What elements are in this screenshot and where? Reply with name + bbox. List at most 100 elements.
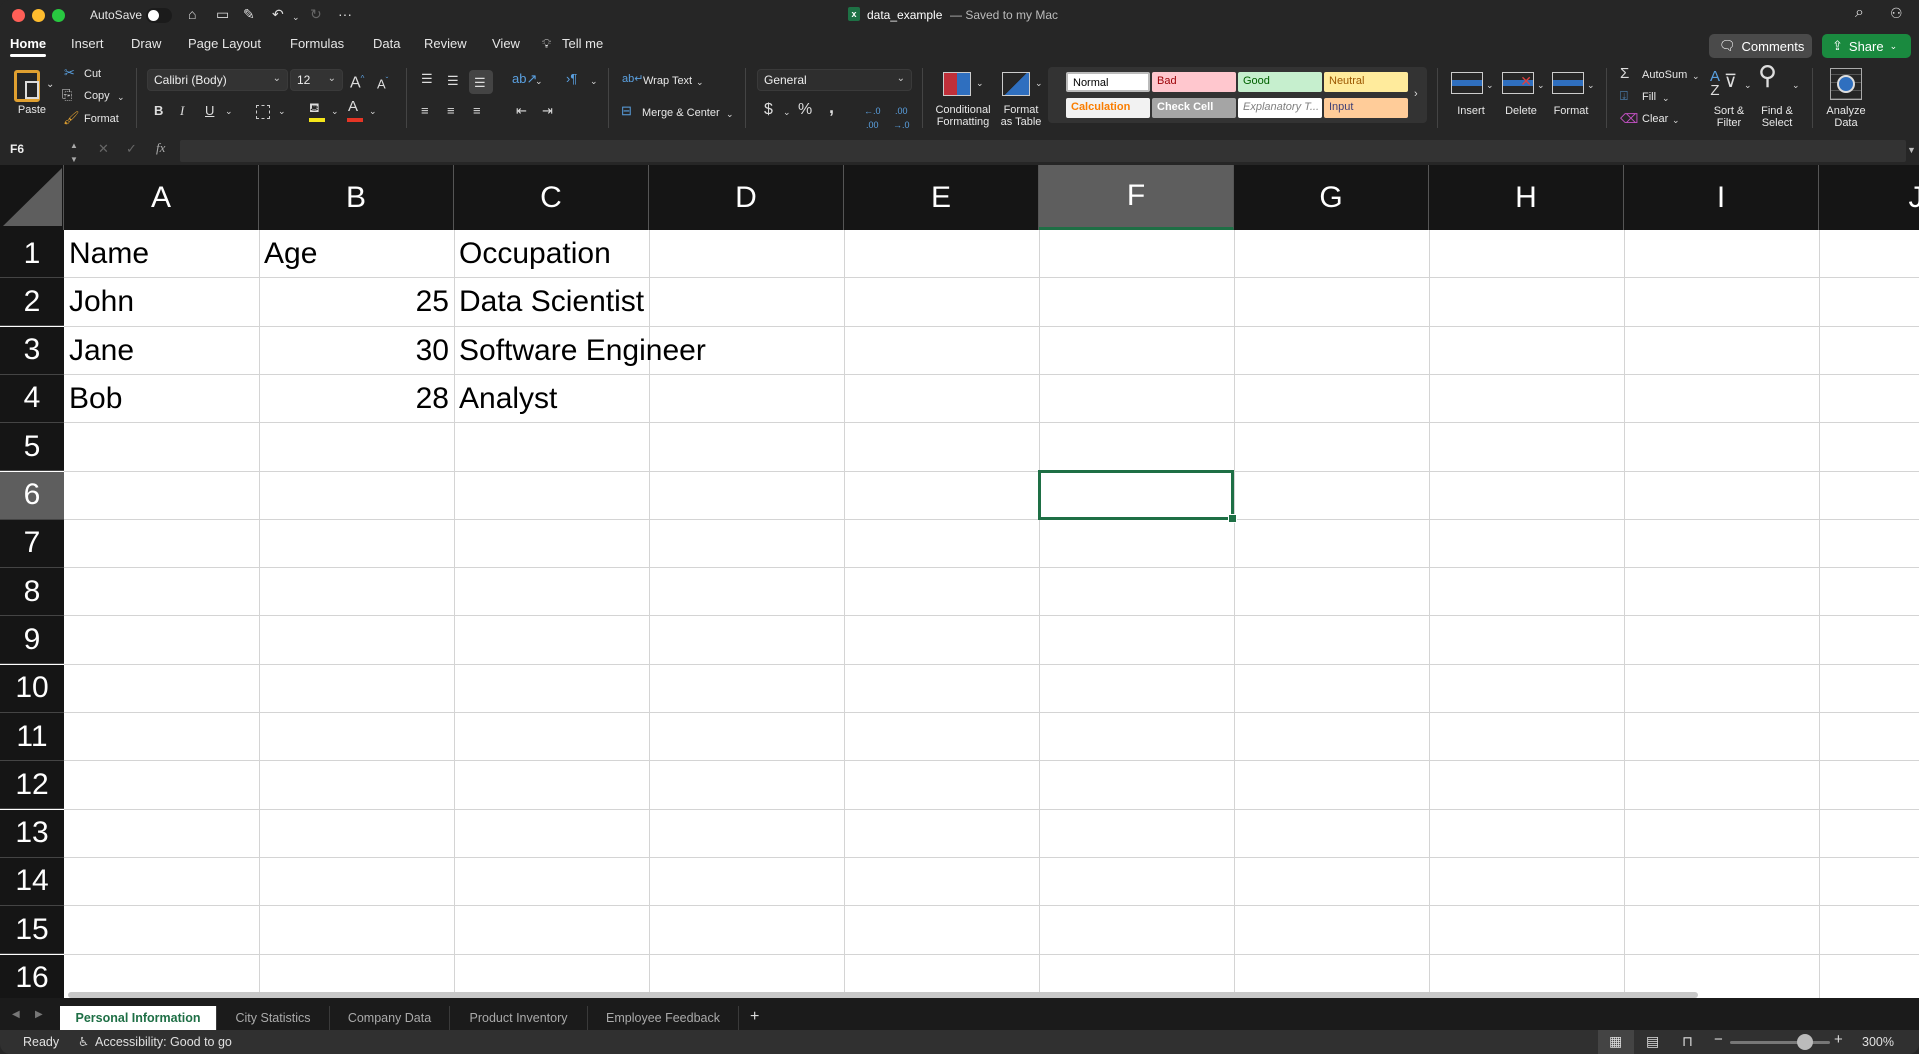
merge-center-dropdown-icon[interactable]: ⌄ [726,107,734,121]
row-header-8[interactable]: 8 [0,568,64,617]
align-middle-icon[interactable]: ☰ [447,74,459,88]
add-sheet-button[interactable]: + [750,1009,759,1025]
cell-a3[interactable]: Jane [64,327,139,375]
previous-sheet-icon[interactable]: ◀ [12,1008,20,1022]
row-header-7[interactable]: 7 [0,519,64,568]
cell-style-check-cell[interactable]: Check Cell [1152,98,1236,118]
analyze-data-button[interactable]: Analyze Data [1822,105,1870,129]
format-as-table-button[interactable]: Format as Table [1000,104,1042,128]
column-header-c[interactable]: C [454,165,649,230]
paste-icon[interactable] [14,70,40,102]
underline-button[interactable]: U [205,104,214,118]
format-painter-button[interactable]: Format [84,113,119,125]
cell-style-calculation[interactable]: Calculation [1066,98,1150,118]
cell-style-bad[interactable]: Bad [1152,72,1236,92]
insert-function-button[interactable]: fx [156,141,165,155]
cell-style-normal[interactable]: Normal [1066,72,1150,92]
page-break-view-icon[interactable]: ⊓ [1682,1034,1693,1048]
paste-button[interactable]: Paste [14,104,50,116]
tab-data[interactable]: Data [373,36,400,51]
column-header-f[interactable]: F [1039,165,1234,230]
cell-style-explanatory-t[interactable]: Explanatory T... [1238,98,1322,118]
sheet-tab-company-data[interactable]: Company Data [330,1006,450,1030]
conditional-formatting-button[interactable]: Conditional Formatting [930,104,996,128]
comments-button[interactable]: 🗨︎ Comments [1709,34,1812,58]
percent-button[interactable]: % [798,102,812,118]
zoom-out-button[interactable]: − [1714,1032,1723,1047]
row-header-13[interactable]: 13 [0,809,64,858]
undo-dropdown-icon[interactable]: ⌄ [292,9,300,25]
row-header-11[interactable]: 11 [0,713,64,761]
cell-style-good[interactable]: Good [1238,72,1322,92]
increase-decimal-icon[interactable]: ←.0.00 [864,104,881,132]
bold-button[interactable]: B [154,104,163,118]
active-cell-selection[interactable] [1038,469,1237,523]
cell-c2[interactable]: Data Scientist [454,278,649,326]
zoom-in-button[interactable]: + [1834,1032,1843,1047]
tab-home[interactable]: Home [10,36,47,57]
cell-c3[interactable]: Software Engineer [454,327,711,375]
merge-center-button[interactable]: Merge & Center [642,107,720,119]
borders-dropdown-icon[interactable]: ⌄ [278,104,286,118]
paragraph-dropdown-icon[interactable]: ⌄ [590,74,598,88]
sheet-tab-employee-feedback[interactable]: Employee Feedback [588,1006,739,1030]
clear-button[interactable]: Clear [1642,113,1668,125]
row-header-4[interactable]: 4 [0,374,64,423]
zoom-slider-thumb[interactable] [1797,1034,1813,1050]
font-color-dropdown-icon[interactable]: ⌄ [369,104,377,118]
row-header-16[interactable]: 16 [0,954,64,998]
undo-icon[interactable]: ↶ [272,6,284,22]
increase-font-size-icon[interactable]: A^ [350,72,364,91]
fill-button[interactable]: Fill [1642,91,1656,103]
spreadsheet-grid[interactable]: ABCDEFGHIJ 1 2 3 4 5 6 7 8 9 10 11 12 13 14 15 16 Name A… [0,165,1919,998]
font-name-dropdown[interactable]: Calibri (Body) ⌄ [147,69,288,91]
select-all-button[interactable] [0,165,64,230]
sort-filter-dropdown-icon[interactable]: ⌄ [1744,78,1752,92]
share-button[interactable]: ⇪ Share ⌄ [1822,34,1911,58]
find-select-button[interactable]: Find & Select [1758,105,1796,129]
more-icon[interactable]: ··· [338,6,352,22]
copy-dropdown-icon[interactable]: ⌄ [117,90,125,104]
page-layout-view-icon[interactable]: ▤ [1646,1034,1659,1048]
zoom-window-button[interactable] [52,9,65,22]
save-as-icon[interactable]: ✎ [243,6,255,22]
minimize-window-button[interactable] [32,9,45,22]
row-header-12[interactable]: 12 [0,761,64,810]
insert-dropdown-icon[interactable]: ⌄ [1486,78,1494,92]
fill-dropdown-icon[interactable]: ⌄ [1662,91,1670,105]
comma-style-button[interactable]: , [829,98,834,116]
redo-icon[interactable]: ↻ [310,6,322,22]
cell-c4[interactable]: Analyst [454,375,562,423]
column-header-d[interactable]: D [649,165,844,230]
increase-indent-icon[interactable]: ⇥ [542,104,553,118]
align-bottom-button[interactable]: ☰ [469,70,493,94]
paragraph-direction-icon[interactable]: ›¶ [566,72,577,86]
sort-filter-button[interactable]: Sort & Filter [1710,105,1748,129]
delete-cells-button[interactable]: Delete [1500,105,1542,117]
fill-color-icon[interactable]: ⛾ [309,101,320,115]
format-cells-button[interactable]: Format [1549,105,1593,117]
tab-page-layout[interactable]: Page Layout [188,36,261,51]
search-icon[interactable]: ⌕ [1855,5,1864,21]
decrease-font-size-icon[interactable]: Aˇ [377,74,388,91]
align-top-icon[interactable]: ☰ [421,72,433,86]
save-icon[interactable]: ▭ [216,6,229,22]
cell-a1[interactable]: Name [64,230,154,278]
next-sheet-icon[interactable]: ▶ [35,1008,43,1022]
decrease-indent-icon[interactable]: ⇤ [516,104,527,118]
wrap-text-dropdown-icon[interactable]: ⌄ [696,75,704,89]
format-dropdown-icon[interactable]: ⌄ [1587,78,1595,92]
currency-button[interactable]: $ [764,102,773,118]
sheet-tab-product-inventory[interactable]: Product Inventory [450,1006,588,1030]
gallery-next-icon[interactable]: › [1414,87,1418,101]
cell-b4[interactable]: 28 [259,375,454,423]
analyze-data-icon[interactable] [1830,68,1862,100]
sheet-tab-city-statistics[interactable]: City Statistics [217,1006,330,1030]
cell-b3[interactable]: 30 [259,327,454,375]
formula-input[interactable] [180,140,1906,162]
row-header-5[interactable]: 5 [0,423,64,472]
insert-cells-icon[interactable] [1451,72,1483,94]
tab-view[interactable]: View [492,36,520,51]
row-header-6[interactable]: 6 [0,471,64,520]
format-as-table-dropdown-icon[interactable]: ⌄ [1035,76,1043,90]
